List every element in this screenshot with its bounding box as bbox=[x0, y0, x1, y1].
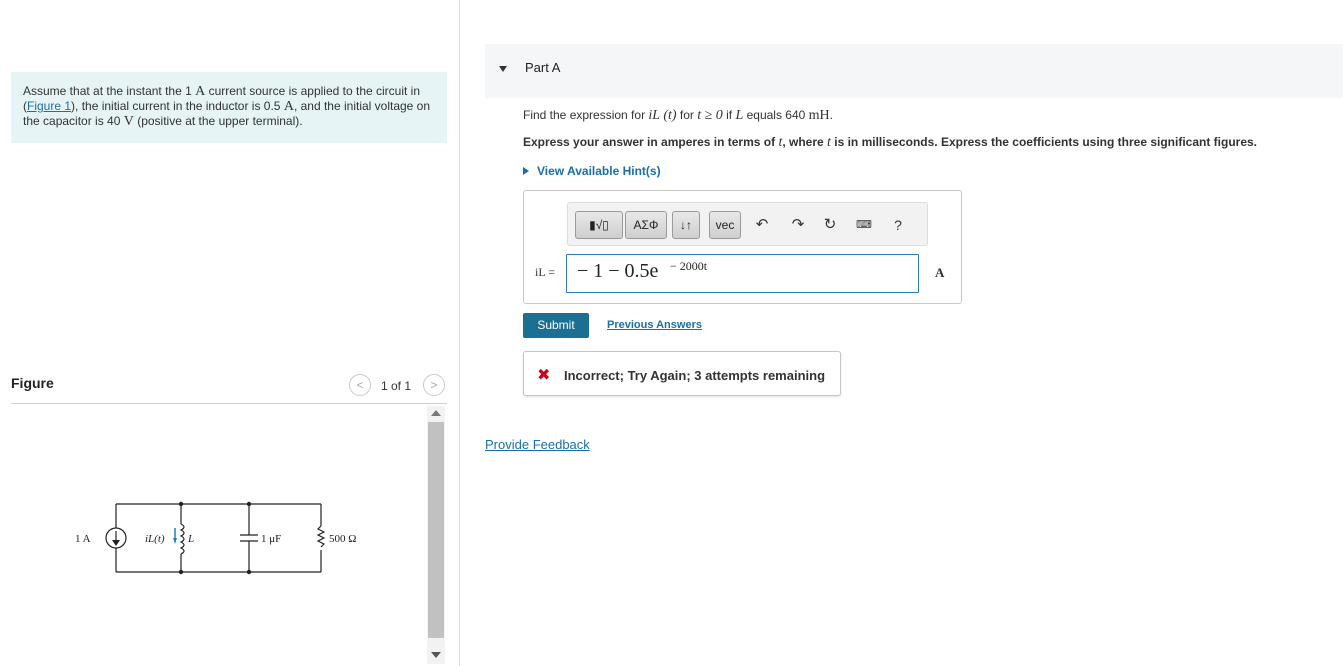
instruction-text: Express your answer in amperes in terms … bbox=[523, 135, 1257, 151]
answer-lhs: iL = bbox=[535, 265, 555, 279]
figure-count: 1 of 1 bbox=[381, 379, 412, 393]
figure-next-button[interactable]: > bbox=[423, 374, 445, 396]
problem-unit-a2: A bbox=[283, 99, 294, 114]
inductor-current-label: iL(t) bbox=[145, 533, 165, 545]
circuit-diagram: 1 A iL(t) L 1 μF 500 Ω bbox=[75, 501, 356, 575]
figure-title: Figure bbox=[11, 375, 54, 391]
problem-text-1: Assume that at the instant the 1 bbox=[23, 84, 196, 98]
caret-right-icon bbox=[523, 167, 529, 175]
feedback-text: Incorrect; Try Again; 3 attempts remaini… bbox=[564, 368, 826, 383]
problem-text-3: ), the initial current in the inductor i… bbox=[71, 99, 284, 113]
problem-unit-a: A bbox=[195, 84, 206, 99]
answer-unit: A bbox=[935, 265, 945, 280]
problem-unit-v: V bbox=[123, 114, 134, 129]
answer-expression: − 1 − 0.5e bbox=[577, 260, 659, 282]
provide-feedback-link[interactable]: Provide Feedback bbox=[485, 437, 590, 452]
capacitor-label: 1 μF bbox=[261, 533, 281, 545]
redo-icon[interactable]: ↷ bbox=[789, 216, 807, 234]
arrows-button[interactable]: ↓↑ bbox=[672, 211, 700, 239]
view-hints-link[interactable]: View Available Hint(s) bbox=[523, 164, 661, 178]
template-button[interactable]: ▮√▯ bbox=[575, 211, 623, 239]
question-var: iL (t) bbox=[648, 108, 677, 123]
previous-answers-link[interactable]: Previous Answers bbox=[607, 319, 702, 331]
instruction-c: is in milliseconds. Express the coeffici… bbox=[830, 135, 1258, 149]
keyboard-icon[interactable]: ⌨ bbox=[851, 216, 877, 234]
inductor-label: L bbox=[187, 533, 194, 545]
hints-label: View Available Hint(s) bbox=[537, 164, 661, 178]
caret-down-icon[interactable] bbox=[499, 66, 507, 72]
figure-scrollbar[interactable] bbox=[427, 406, 445, 664]
source-label: 1 A bbox=[75, 533, 91, 545]
math-toolbar: ▮√▯ ΑΣΦ ↓↑ vec ↶ ↷ ↻ ⌨ ? bbox=[567, 202, 928, 246]
resistor-label: 500 Ω bbox=[329, 533, 356, 545]
left-panel: Assume that at the instant the 1 A curre… bbox=[0, 0, 460, 666]
resistor-symbol bbox=[316, 525, 326, 548]
incorrect-icon: ✖ bbox=[537, 367, 551, 384]
greek-button[interactable]: ΑΣΦ bbox=[625, 211, 667, 239]
instruction-a: Express your answer in amperes in terms … bbox=[523, 135, 779, 149]
answer-box: ▮√▯ ΑΣΦ ↓↑ vec ↶ ↷ ↻ ⌨ ? iL = − 1 − 0.5e… bbox=[523, 190, 962, 304]
question-prefix: Find the expression for bbox=[523, 108, 649, 122]
question-condition: t ≥ 0 bbox=[697, 108, 723, 123]
inductor-symbol bbox=[179, 523, 185, 555]
chevron-right-icon: > bbox=[430, 378, 438, 392]
figure-prev-button[interactable]: < bbox=[349, 374, 371, 396]
question-mid2: if bbox=[722, 108, 736, 122]
vec-button[interactable]: vec bbox=[709, 211, 741, 239]
answer-exponent: − 2000t bbox=[670, 259, 708, 273]
question-text: Find the expression for iL (t) for t ≥ 0… bbox=[523, 108, 833, 124]
scroll-down-icon[interactable] bbox=[431, 652, 441, 658]
answer-input[interactable]: − 1 − 0.5e − 2000t bbox=[566, 254, 919, 293]
undo-icon[interactable]: ↶ bbox=[753, 216, 771, 234]
problem-text-2: current source is applied to the circuit… bbox=[205, 84, 421, 98]
source-arrow bbox=[112, 540, 120, 546]
question-suffix: . bbox=[829, 108, 833, 122]
feedback-message: ✖ Incorrect; Try Again; 3 attempts remai… bbox=[523, 351, 841, 396]
instruction-b: , where bbox=[782, 135, 828, 149]
problem-text-5: (positive at the upper terminal). bbox=[133, 114, 303, 128]
figure-image: 1 A iL(t) L 1 μF 500 Ω bbox=[11, 406, 427, 664]
problem-statement: Assume that at the instant the 1 A curre… bbox=[11, 72, 447, 143]
part-title: Part A bbox=[525, 60, 561, 75]
chevron-left-icon: < bbox=[356, 378, 364, 392]
part-header[interactable]: Part A bbox=[485, 44, 1343, 98]
help-button[interactable]: ? bbox=[890, 216, 906, 234]
submit-button[interactable]: Submit bbox=[523, 313, 589, 338]
question-unit: mH bbox=[808, 108, 830, 123]
figure-header: Figure < 1 of 1 > bbox=[11, 372, 447, 404]
question-mid3: equals 640 bbox=[743, 108, 809, 122]
question-mid: for bbox=[676, 108, 698, 122]
scroll-thumb[interactable] bbox=[428, 422, 444, 638]
figure-link[interactable]: Figure 1 bbox=[27, 99, 71, 113]
scroll-up-icon[interactable] bbox=[431, 410, 441, 416]
reset-icon[interactable]: ↻ bbox=[821, 216, 839, 234]
